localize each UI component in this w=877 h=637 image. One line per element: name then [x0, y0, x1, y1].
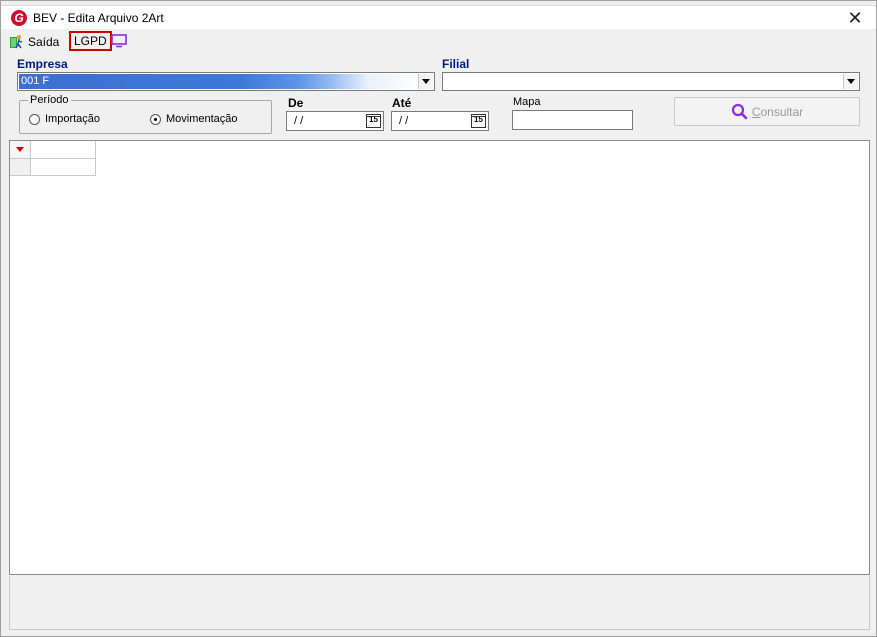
mapa-input[interactable] — [512, 110, 633, 130]
lgpd-button[interactable]: LGPD — [69, 31, 112, 51]
de-date-input[interactable]: / / 15 — [286, 111, 384, 131]
radio-importacao-label: Importação — [45, 113, 101, 125]
grid-row-indicator[interactable] — [10, 159, 31, 176]
mapa-label: Mapa — [513, 96, 541, 108]
filial-label: Filial — [442, 57, 470, 71]
radio-movimentacao-label: Movimentação — [166, 113, 238, 125]
de-label: De — [288, 96, 304, 110]
exit-button[interactable]: Saída — [9, 33, 59, 51]
close-button[interactable]: ✕ — [840, 8, 870, 28]
periodo-group: Período Importação Movimentação — [19, 94, 272, 134]
toolbar: Saída LGPD — [1, 31, 876, 53]
empresa-label: Empresa — [17, 57, 68, 71]
data-grid[interactable] — [9, 140, 870, 575]
empresa-value: 001 F — [19, 74, 416, 89]
dropdown-arrow-icon[interactable] — [843, 74, 858, 89]
window-title: BEV - Edita Arquivo 2Art — [33, 11, 164, 25]
ate-date-value: / / — [399, 115, 409, 127]
search-icon — [731, 103, 748, 120]
radio-importacao[interactable]: Importação — [29, 113, 100, 125]
radio-importacao-dot — [29, 113, 40, 125]
radio-movimentacao[interactable]: Movimentação — [150, 113, 238, 125]
grid-cell[interactable] — [31, 159, 96, 176]
monitor-icon[interactable] — [111, 34, 127, 48]
app-window: G BEV - Edita Arquivo 2Art ✕ Saída LGPD … — [0, 0, 877, 637]
consultar-button[interactable]: Consultar — [674, 97, 860, 126]
radio-movimentacao-dot — [150, 113, 161, 125]
grid-menu-arrow-icon[interactable] — [10, 141, 31, 159]
consultar-label-rest: onsultar — [760, 104, 804, 119]
exit-label: Saída — [28, 35, 60, 49]
de-date-value: / / — [294, 115, 304, 127]
consultar-label: Consultar — [752, 105, 803, 119]
filial-select[interactable] — [442, 72, 860, 91]
ate-date-input[interactable]: / / 15 — [391, 111, 489, 131]
title-bar: G BEV - Edita Arquivo 2Art ✕ — [1, 5, 876, 29]
exit-icon — [10, 35, 23, 49]
calendar-icon[interactable]: 15 — [471, 114, 486, 128]
periodo-legend: Período — [28, 94, 71, 106]
empresa-select[interactable]: 001 F — [17, 72, 435, 91]
dropdown-arrow-icon[interactable] — [418, 74, 433, 89]
bottom-panel — [9, 576, 870, 630]
grid-column-header[interactable] — [31, 141, 96, 159]
app-logo-icon: G — [11, 10, 27, 26]
calendar-icon[interactable]: 15 — [366, 114, 381, 128]
ate-label: Até — [392, 96, 412, 110]
